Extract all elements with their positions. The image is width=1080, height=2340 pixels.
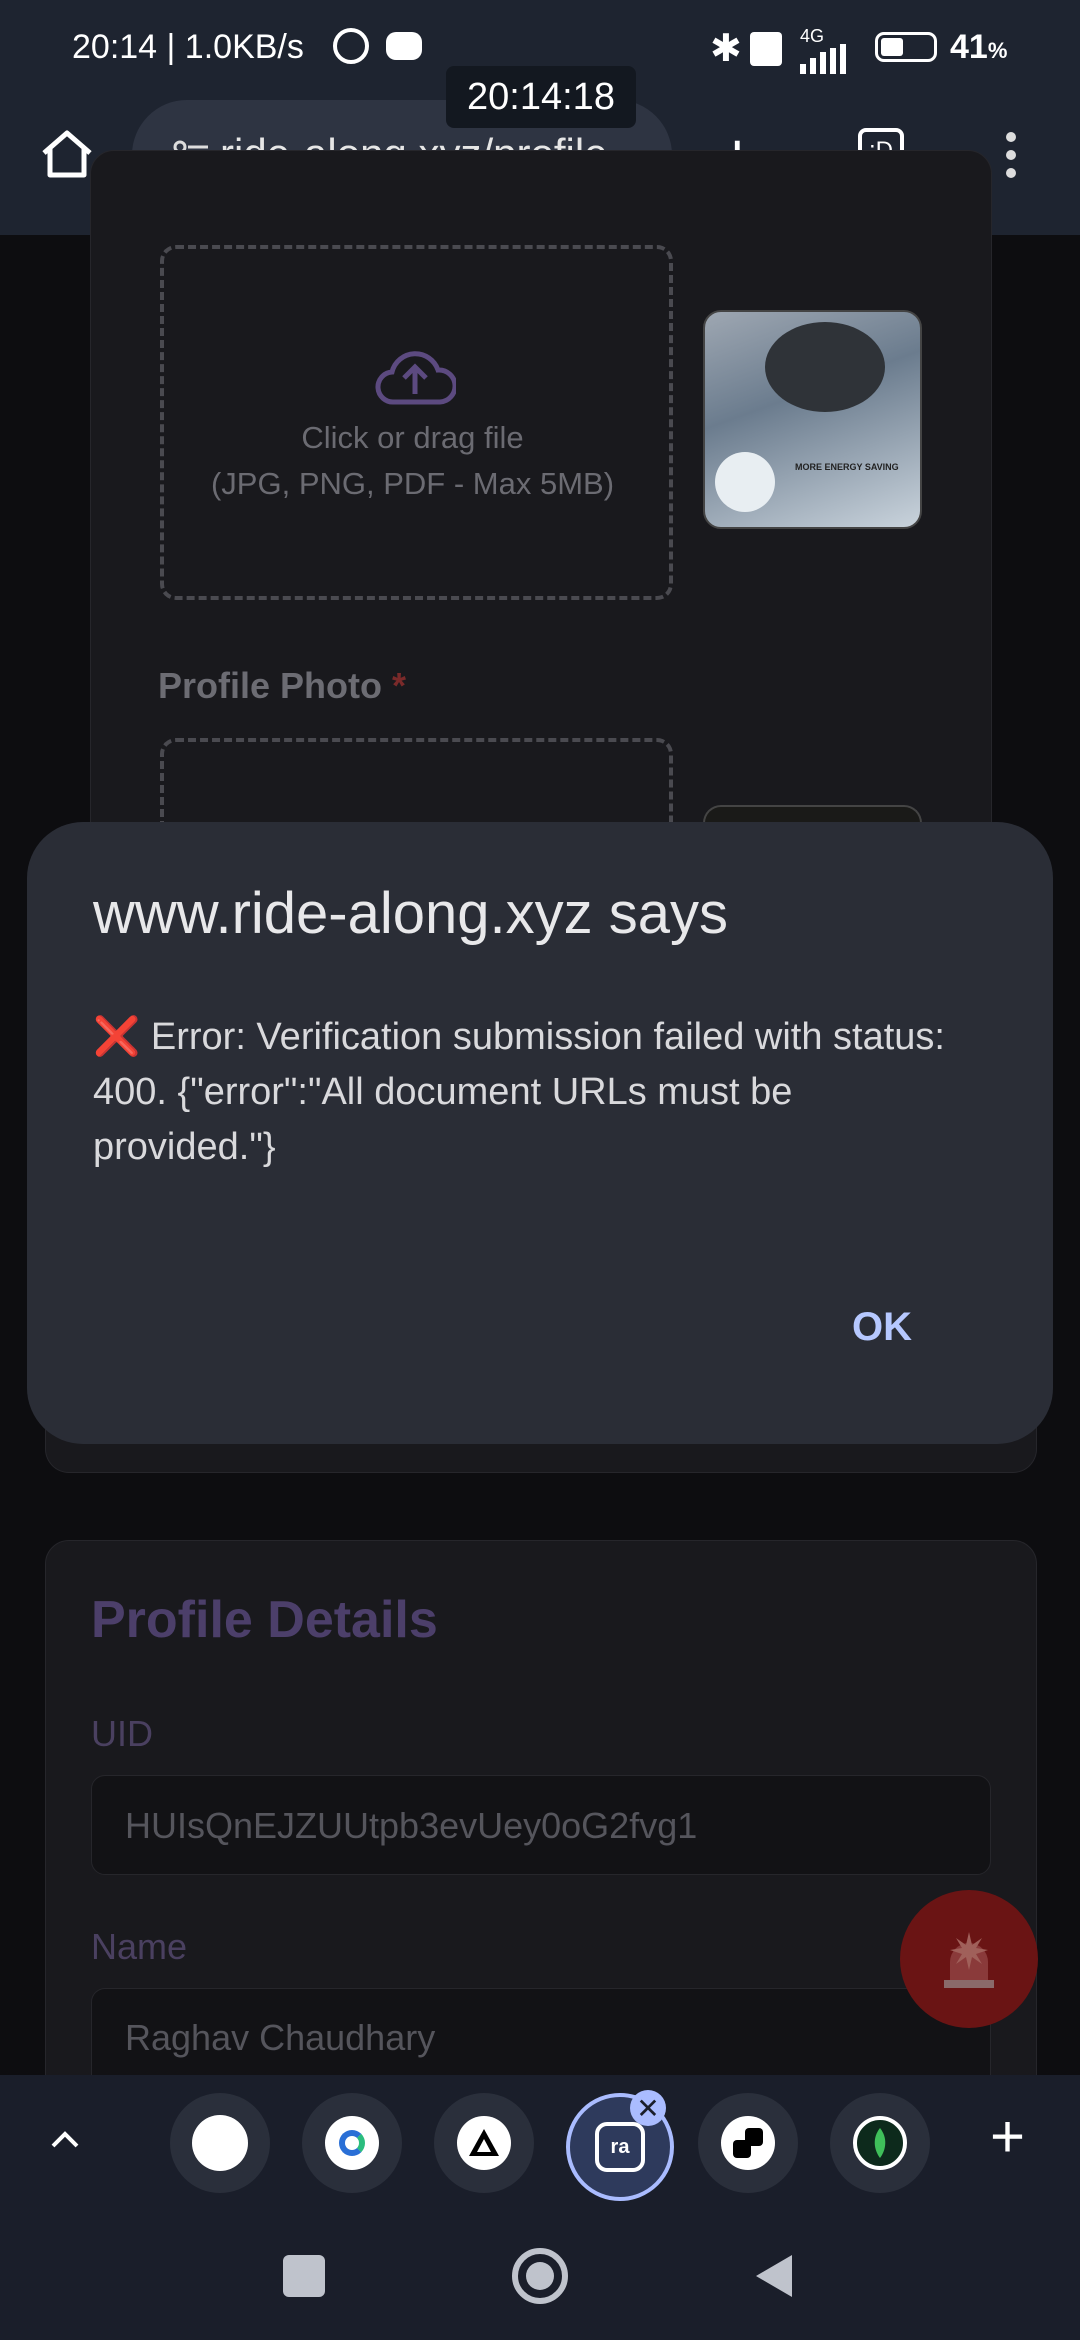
home-icon[interactable]	[38, 125, 96, 183]
uid-value: HUIsQnEJZUUtpb3evUey0oG2fvg1	[125, 1805, 698, 1846]
alarm-icon	[333, 28, 369, 64]
uid-label: UID	[91, 1713, 153, 1754]
upload-cloud-icon	[374, 342, 458, 412]
dialog-title: www.ride-along.xyz says	[93, 881, 728, 946]
profile-photo-label: Profile Photo *	[158, 665, 407, 706]
tab-icon-mongodb[interactable]	[830, 2093, 930, 2193]
overlay-time: 20:14:18	[446, 66, 636, 128]
dropzone-text: Click or drag file	[301, 420, 524, 455]
volte-icon	[750, 32, 782, 66]
add-tab-icon[interactable]: +	[990, 2107, 1025, 2167]
signal-icon	[800, 44, 846, 74]
recents-button[interactable]	[283, 2255, 325, 2297]
back-button[interactable]	[752, 2253, 796, 2299]
overflow-menu-icon[interactable]	[1006, 130, 1016, 180]
bluetooth-icon: ✱	[710, 28, 742, 70]
close-tab-icon[interactable]: ✕	[630, 2090, 666, 2126]
dialog-ok-button[interactable]: OK	[852, 1305, 912, 1350]
name-value: Raghav Chaudhary	[125, 2017, 436, 2058]
tab-icon-edge[interactable]	[302, 2093, 402, 2193]
profile-details-title: Profile Details	[91, 1591, 438, 1649]
discord-icon	[386, 32, 422, 60]
sos-button[interactable]	[900, 1890, 1038, 2028]
name-label: Name	[91, 1926, 188, 1967]
status-time-speed: 20:14 | 1.0KB/s	[72, 28, 304, 66]
battery-icon	[875, 32, 937, 62]
tab-icon-triangle[interactable]	[434, 2093, 534, 2193]
home-button[interactable]	[512, 2248, 568, 2304]
battery-level: 41%	[950, 28, 1008, 66]
chevron-up-icon[interactable]	[45, 2120, 85, 2160]
dialog-message: ❌ Error: Verification submission failed …	[93, 1016, 945, 1168]
tab-icon-white-circle[interactable]	[170, 2093, 270, 2193]
uploaded-thumbnail[interactable]: MORE ENERGY SAVING	[703, 310, 922, 529]
tab-icon-link[interactable]	[698, 2093, 798, 2193]
dropzone-hint: (JPG, PNG, PDF - Max 5MB)	[210, 466, 615, 501]
